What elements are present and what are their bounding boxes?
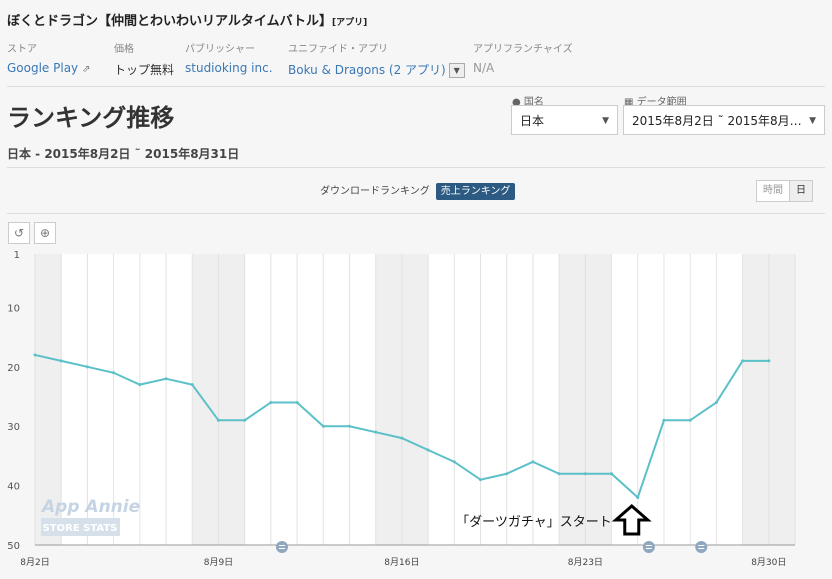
x-tick-label: 8月9日 xyxy=(204,557,233,568)
weekend-shade xyxy=(218,254,245,545)
zoom-in-icon[interactable]: ⊕ xyxy=(34,222,56,244)
revenue-ranking-tab[interactable]: 売上ランキング xyxy=(435,183,516,200)
chevron-down-icon[interactable]: ▼ xyxy=(448,63,465,78)
meta-publisher: パブリッシャー studioking inc. xyxy=(185,40,273,75)
watermark-title: App Annie xyxy=(40,497,140,517)
y-tick-label: 50 xyxy=(7,541,20,552)
y-tick-label: 30 xyxy=(7,422,20,433)
data-point xyxy=(557,472,561,476)
meta-price-value: トップ無料 xyxy=(114,63,175,77)
meta-store-label: ストア xyxy=(7,44,37,55)
data-point xyxy=(164,377,168,381)
data-point xyxy=(85,365,89,369)
comment-bubble xyxy=(275,541,288,553)
meta-publisher-link[interactable]: studioking inc. xyxy=(185,61,273,75)
data-point xyxy=(59,359,63,363)
page-subtitle: 日本 - 2015年8月2日 ˜ 2015年8月31日 xyxy=(7,147,240,161)
meta-unified-app-value: Boku & Dragons (2 アプリ) ▼ xyxy=(288,61,465,78)
comment-icon xyxy=(275,541,288,553)
data-point xyxy=(216,418,220,422)
data-point xyxy=(190,383,194,387)
data-point xyxy=(33,353,37,357)
page-title: ランキング推移 xyxy=(7,104,175,132)
weekend-shade xyxy=(585,254,612,545)
data-point xyxy=(321,424,325,428)
x-tick-label: 8月2日 xyxy=(20,557,49,568)
data-point xyxy=(347,424,351,428)
meta-unified-app: ユニファイド・アプリ Boku & Dragons (2 アプリ) ▼ xyxy=(288,40,465,78)
weekend-shade xyxy=(742,254,769,545)
weekend-shade xyxy=(192,254,219,545)
data-point xyxy=(243,418,247,422)
meta-franchise-label: アプリフランチャイズ xyxy=(473,44,573,55)
weekend-shade xyxy=(401,254,429,545)
data-point xyxy=(479,478,483,482)
app-title: ぼくとドラゴン【仲間とわいわいリアルタイムバトル】[アプリ] xyxy=(7,14,368,29)
caret-down-icon: ▼ xyxy=(809,116,816,126)
ranking-type-toggle: ダウンロードランキング 売上ランキング xyxy=(320,182,516,200)
y-tick-label: 40 xyxy=(7,482,20,493)
meta-store: ストア Google Play ⇗ xyxy=(7,40,91,75)
meta-price-label: 価格 xyxy=(114,44,134,55)
weekend-shade xyxy=(768,254,795,545)
granularity-toggle: 時間 日 xyxy=(756,180,813,202)
data-point xyxy=(374,430,378,434)
comment-bubble xyxy=(642,541,655,553)
weekend-shade xyxy=(375,254,402,545)
y-tick-label: 10 xyxy=(7,303,20,314)
data-point xyxy=(531,460,535,464)
data-point xyxy=(767,359,771,363)
data-point xyxy=(636,495,640,499)
meta-price: 価格 トップ無料 xyxy=(114,40,174,78)
meta-store-link[interactable]: Google Play ⇗ xyxy=(7,61,91,75)
app-type-tag: [アプリ] xyxy=(332,18,368,28)
download-ranking-tab[interactable]: ダウンロードランキング xyxy=(320,186,430,197)
divider xyxy=(7,213,825,214)
data-point xyxy=(688,418,692,422)
meta-publisher-label: パブリッシャー xyxy=(185,44,255,55)
weekend-shade xyxy=(559,254,586,545)
comment-icon xyxy=(642,541,655,553)
meta-franchise: アプリフランチャイズ N/A xyxy=(473,40,573,75)
data-point xyxy=(112,371,116,375)
country-select[interactable]: 日本 ▼ xyxy=(511,105,618,135)
caret-down-icon: ▼ xyxy=(602,116,609,126)
divider xyxy=(7,167,825,168)
x-tick-label: 8月23日 xyxy=(568,557,603,568)
day-button[interactable]: 日 xyxy=(789,181,812,201)
date-range-select[interactable]: 2015年8月2日 ˜ 2015年8月… ▼ xyxy=(623,105,825,135)
comment-bubble xyxy=(695,541,708,553)
data-point xyxy=(295,400,299,404)
y-tick-label: 20 xyxy=(7,363,20,374)
x-tick-label: 8月30日 xyxy=(751,557,786,568)
data-point xyxy=(505,472,509,476)
meta-unified-app-label: ユニファイド・アプリ xyxy=(288,44,388,55)
data-point xyxy=(452,460,456,464)
comment-icon xyxy=(695,541,708,553)
data-point xyxy=(741,359,745,363)
data-point xyxy=(426,448,430,452)
meta-franchise-value: N/A xyxy=(473,61,495,75)
watermark-subtitle: STORE STATS xyxy=(43,523,118,534)
x-tick-label: 8月16日 xyxy=(384,557,419,568)
data-point xyxy=(138,383,142,387)
annotation-text: 「ダーツガチャ」スタート xyxy=(456,515,612,530)
data-point xyxy=(610,472,614,476)
data-point xyxy=(400,436,404,440)
data-point xyxy=(714,400,718,404)
divider xyxy=(7,86,825,87)
data-point xyxy=(662,418,666,422)
data-point xyxy=(583,472,587,476)
external-link-icon: ⇗ xyxy=(82,64,91,75)
data-point xyxy=(269,400,273,404)
ranking-chart: App Annie STORE STATS 1 10 20 30 40 50 8月2日 8月… xyxy=(7,250,796,568)
hour-button[interactable]: 時間 xyxy=(757,181,789,201)
reset-zoom-icon[interactable]: ↺ xyxy=(8,222,30,244)
meta-unified-app-link[interactable]: Boku & Dragons (2 アプリ) xyxy=(288,63,446,77)
y-tick-label: 1 xyxy=(14,250,20,261)
